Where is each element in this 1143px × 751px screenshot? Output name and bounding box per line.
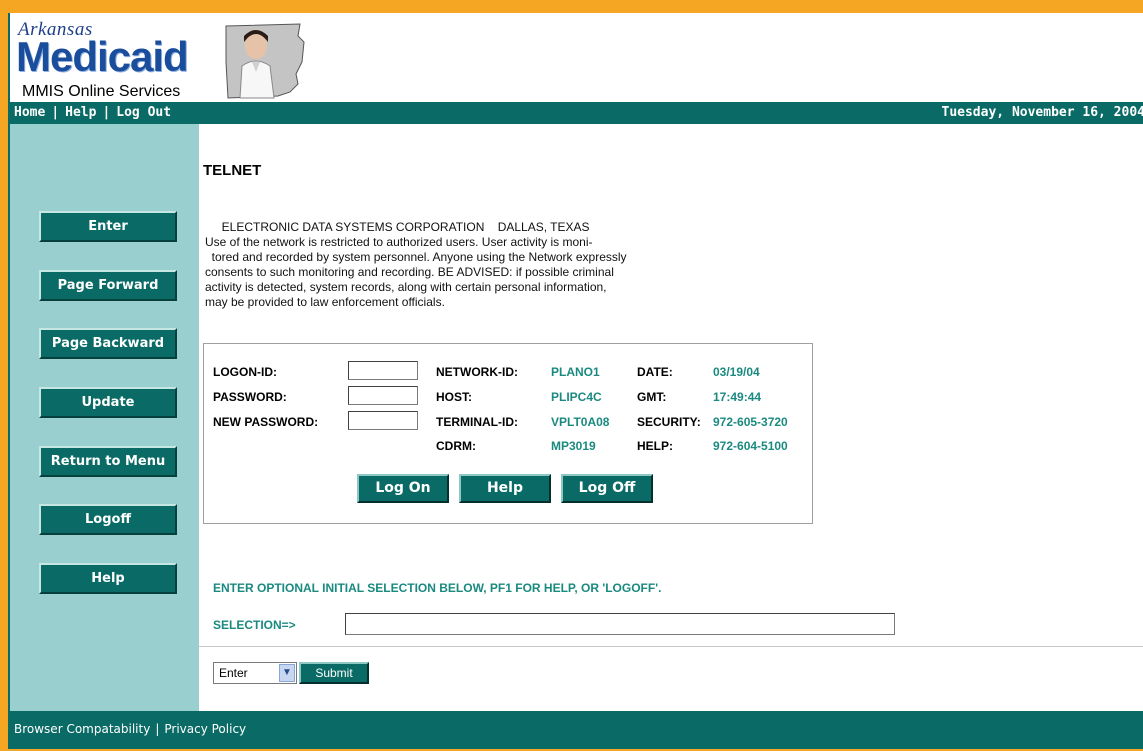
footer-link-browser-compatability[interactable]: Browser Compatability [14, 722, 150, 736]
security-value: 972-605-3720 [713, 415, 788, 429]
cdrm-label: CDRM: [436, 439, 476, 453]
page-title: TELNET [203, 162, 262, 179]
nav-link-logout[interactable]: Log Out [116, 105, 171, 120]
arkansas-photo-image [225, 23, 305, 99]
host-value: PLIPC4C [551, 390, 602, 404]
new-password-label: NEW PASSWORD: [213, 415, 319, 429]
network-id-label: NETWORK-ID: [436, 365, 518, 379]
help-value: 972-604-5100 [713, 439, 788, 453]
divider [199, 646, 1143, 647]
footer-link-privacy-policy[interactable]: Privacy Policy [164, 722, 246, 736]
network-id-value: PLANO1 [551, 365, 600, 379]
log-on-button[interactable]: Log On [357, 474, 449, 503]
sidebar-page-backward-button[interactable]: Page Backward [39, 328, 177, 359]
security-notice: ELECTRONIC DATA SYSTEMS CORPORATION DALL… [205, 220, 735, 310]
footer-separator: | [155, 722, 160, 736]
top-nav-bar: Home | Help | Log Out Tuesday, November 16, … [10, 102, 1143, 124]
top-nav-links: Home | Help | Log Out [14, 105, 171, 120]
host-label: HOST: [436, 390, 472, 404]
selection-input[interactable] [345, 613, 895, 635]
password-label: PASSWORD: [213, 390, 287, 404]
current-date: Tuesday, November 16, 2004 [941, 105, 1143, 120]
footer: Browser Compatability | Privacy Policy [10, 711, 1143, 749]
gmt-value: 17:49:44 [713, 390, 762, 404]
security-label: SECURITY: [637, 415, 701, 429]
sidebar: Enter Page Forward Page Backward Update … [10, 124, 199, 711]
date-label: DATE: [637, 365, 673, 379]
terminal-id-label: TERMINAL-ID: [436, 415, 518, 429]
sidebar-update-button[interactable]: Update [39, 387, 177, 418]
notice-line: ELECTRONIC DATA SYSTEMS CORPORATION DALL… [205, 220, 590, 234]
footer-links: Browser Compatability | Privacy Policy [14, 722, 246, 736]
nav-link-home[interactable]: Home [14, 105, 45, 120]
sidebar-page-forward-button[interactable]: Page Forward [39, 270, 177, 301]
help-button[interactable]: Help [459, 474, 551, 503]
log-off-button[interactable]: Log Off [561, 474, 653, 503]
notice-line: may be provided to law enforcement offic… [205, 295, 445, 309]
notice-line: activity is detected, system records, al… [205, 280, 607, 294]
new-password-input[interactable] [348, 411, 418, 430]
header: Arkansas Medicaid MMIS Online Services [10, 13, 1143, 102]
selection-label: SELECTION=> [213, 618, 296, 632]
action-select[interactable]: Enter ▼ [213, 662, 297, 684]
sidebar-return-to-menu-button[interactable]: Return to Menu [39, 446, 177, 477]
notice-line: tored and recorded by system personnel. … [205, 250, 627, 264]
logon-id-input[interactable] [348, 361, 418, 380]
submit-button[interactable]: Submit [299, 662, 369, 684]
logon-id-label: LOGON-ID: [213, 365, 277, 379]
main-content: TELNET ELECTRONIC DATA SYSTEMS CORPORATI… [199, 124, 1143, 711]
logo-subtitle: MMIS Online Services [22, 83, 181, 100]
notice-line: consents to such monitoring and recordin… [205, 265, 614, 279]
sidebar-logoff-button[interactable]: Logoff [39, 504, 177, 535]
sidebar-help-button[interactable]: Help [39, 563, 177, 594]
sidebar-enter-button[interactable]: Enter [39, 211, 177, 242]
logon-panel: LOGON-ID: PASSWORD: NEW PASSWORD: NETWOR… [203, 343, 813, 524]
terminal-id-value: VPLT0A08 [551, 415, 610, 429]
browser-page: Arkansas Medicaid MMIS Online Services H… [8, 13, 1143, 749]
date-value: 03/19/04 [713, 365, 760, 379]
cdrm-value: MP3019 [551, 439, 596, 453]
notice-line: Use of the network is restricted to auth… [205, 235, 593, 249]
nav-separator: | [102, 105, 111, 120]
selection-prompt: ENTER OPTIONAL INITIAL SELECTION BELOW, … [213, 581, 662, 595]
password-input[interactable] [348, 386, 418, 405]
logo: Arkansas Medicaid MMIS Online Services [16, 19, 231, 100]
logo-name: Medicaid [16, 33, 189, 80]
gmt-label: GMT: [637, 390, 667, 404]
nav-link-help[interactable]: Help [65, 105, 96, 120]
action-select-value: Enter [219, 666, 248, 680]
help-label: HELP: [637, 439, 673, 453]
chevron-down-icon[interactable]: ▼ [279, 664, 295, 682]
nav-separator: | [51, 105, 60, 120]
